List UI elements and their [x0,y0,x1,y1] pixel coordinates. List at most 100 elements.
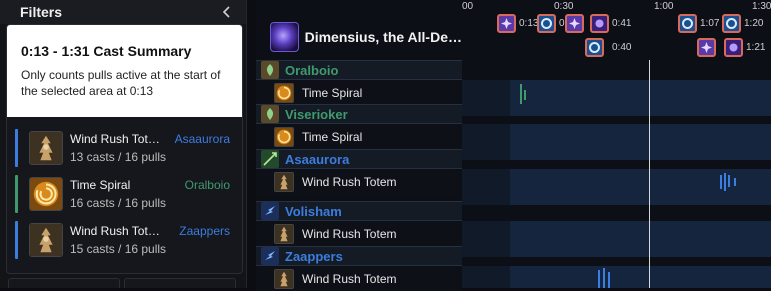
boss-ability[interactable]: 1:21 [724,38,765,57]
spell-row[interactable]: Wind Rush Totem [256,170,462,194]
portal-icon [678,14,697,33]
cast-summary-card: 0:13 - 1:31 Cast Summary Only counts pul… [6,24,243,274]
unselected-region [462,169,510,205]
wind-rush-totem-icon [274,269,294,289]
boss-ability[interactable]: 0:41 [590,14,631,33]
cast-player-name: Asaaurora [174,132,230,146]
filters-panel: Filters 0:13 - 1:31 Cast Summary Only co… [0,0,247,288]
tick-label: 0:30 [554,1,574,12]
player-name: Volisham [285,203,342,219]
player-header[interactable]: Viserioker [256,104,462,124]
player-header[interactable]: Zaappers [256,246,462,266]
boss-ability[interactable]: 0:13 [497,14,538,33]
cast-marker[interactable] [524,90,526,100]
cast-marker[interactable] [728,175,730,187]
ability-time: 1:21 [746,42,766,53]
tick-label: 1:00 [654,1,674,12]
cast-track[interactable] [462,266,771,288]
panel-footer [0,274,247,288]
cast-spell-name: Wind Rush Tote… [70,224,166,238]
player-name: Zaappers [285,248,343,264]
filters-header: Filters [0,0,246,24]
player-header[interactable]: Asaaurora [256,149,462,169]
boss-ability[interactable] [697,38,716,57]
druid-icon [261,105,279,123]
wind-rush-totem-icon [274,224,294,244]
cast-track[interactable] [462,124,771,160]
cast-player-name: Oralboio [184,178,230,192]
player-header[interactable]: Oralboio [256,60,462,80]
spell-row[interactable]: Time Spiral [256,125,462,149]
void-burst-icon [565,14,584,33]
boss-ability[interactable]: 0:40 [585,38,631,57]
spell-row[interactable]: Wind Rush Totem [256,222,462,246]
cast-track[interactable] [462,169,771,205]
boss-ability[interactable]: 1:20 [722,14,763,33]
ability-time: 0:41 [612,18,632,29]
portal-icon [585,38,604,57]
unselected-region [462,124,510,160]
cast-stats: 13 casts / 16 pulls [70,150,167,164]
cast-stats: 15 casts / 16 pulls [70,242,167,256]
cast-track[interactable] [462,221,771,257]
cast-summary-row[interactable]: Time Spiral Oralboio 16 casts / 16 pulls [7,171,242,217]
unselected-region [462,266,510,288]
spell-row[interactable]: Wind Rush Totem [256,267,462,291]
player-name: Oralboio [285,62,339,78]
void-burst-icon [697,38,716,57]
footer-tab[interactable] [124,278,236,288]
boss-row: Dimensius, the All-De… [256,14,462,60]
chevron-left-icon[interactable] [218,3,236,21]
filters-title: Filters [20,4,63,20]
void-orb-icon [590,14,609,33]
cast-marker[interactable] [520,84,522,104]
ability-time: 0:40 [612,42,632,53]
boss-ability[interactable]: 1:07 [678,14,719,33]
spell-name: Wind Rush Totem [302,175,397,189]
player-color-bar [15,175,18,213]
cast-marker[interactable] [724,173,726,191]
cast-summary-row[interactable]: Wind Rush Tote… Zaappers 15 casts / 16 p… [7,217,242,263]
tick-label: 1:30 [752,1,771,12]
shaman-icon [261,202,279,220]
cast-marker[interactable] [608,272,610,288]
time-spiral-icon [29,177,63,211]
boss-ability[interactable] [565,14,584,33]
spell-row[interactable]: Time Spiral [256,81,462,105]
timeline-cursor [649,60,650,288]
spell-name: Time Spiral [302,130,363,144]
footer-tab[interactable] [8,278,120,288]
cast-spell-name: Wind Rush Tot… [70,132,160,146]
player-header[interactable]: Volisham [256,201,462,221]
wind-rush-totem-icon [29,223,63,257]
druid-icon [261,61,279,79]
timeline: 00 0:30 1:00 1:30 Dimensius, the All-De…… [256,0,771,291]
cast-summary-row[interactable]: Wind Rush Tot… Asaaurora 13 casts / 16 p… [7,125,242,171]
summary-title: 0:13 - 1:31 Cast Summary [21,43,192,59]
player-name: Viserioker [285,106,348,122]
portal-icon [722,14,741,33]
wind-rush-totem-icon [274,172,294,192]
spell-name: Time Spiral [302,86,363,100]
boss-ability[interactable]: 0 [537,14,565,33]
hunter-icon [261,150,279,168]
ability-time: 1:07 [700,18,720,29]
cast-list: Wind Rush Tot… Asaaurora 13 casts / 16 p… [7,117,242,263]
portal-icon [537,14,556,33]
time-spiral-icon [274,83,294,103]
ability-time: 1:20 [744,18,764,29]
player-name: Asaaurora [285,151,350,167]
cast-marker[interactable] [734,178,736,186]
boss-name: Dimensius, the All-De… [304,29,462,45]
tick-label: 00 [462,1,474,12]
cast-marker[interactable] [598,270,600,288]
cast-marker[interactable] [720,175,722,189]
cast-marker[interactable] [603,268,605,288]
boss-portrait-icon [270,22,299,52]
void-burst-icon [497,14,516,33]
cast-track[interactable] [462,80,771,116]
unselected-region [462,221,510,257]
unselected-region [462,80,510,116]
spell-name: Wind Rush Totem [302,272,397,286]
cast-player-name: Zaappers [179,224,230,238]
